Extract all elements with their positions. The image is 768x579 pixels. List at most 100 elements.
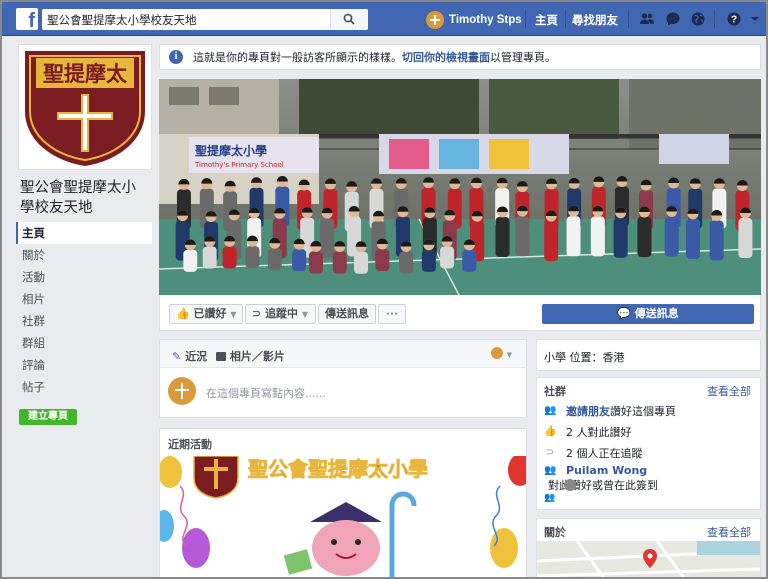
rss-icon: ⊃ (252, 307, 262, 320)
divider (565, 10, 566, 28)
nav-item-community[interactable]: 社群 (16, 310, 152, 332)
person-body (354, 251, 369, 274)
visitor-view-notice: i 這就是你的專頁對一般訪客所顯示的樣樣。 切回你的檢視畫面 以管理專頁。 (159, 44, 761, 70)
message-button[interactable]: 傳送訊息 (318, 304, 376, 324)
dropdown-icon[interactable] (750, 11, 760, 27)
find-friends-link[interactable]: 尋找朋友 (572, 12, 618, 28)
nav-item-home[interactable]: 主頁 (16, 222, 152, 244)
people-icon: 👥 (544, 464, 557, 476)
nav-item-events[interactable]: 活動 (16, 266, 152, 288)
person-body (566, 216, 581, 257)
thumbs-up-icon: 👍 (544, 426, 557, 437)
likes-count: 2 人對此讚好 (566, 426, 632, 439)
rss-icon: ⊃ (545, 447, 555, 458)
tab-status[interactable]: ✎ 近況 (172, 348, 207, 364)
invite-text: 讚好這個專頁 (610, 405, 676, 418)
people-icon: 👥 (544, 405, 557, 416)
person-body (709, 220, 724, 261)
post-composer: ✎ 近況 相片／影片 ▼ 在這個專頁寫點內容...... (159, 339, 527, 418)
about-title: 關於 (544, 526, 566, 539)
recent-activity-title: 近期活動 (168, 438, 212, 451)
recent-post-image[interactable]: 聖公會聖提摩太小學 (160, 456, 526, 577)
notice-tail: 以管理專頁。 (490, 51, 556, 64)
page-category-card: 小學 位置：香港 (536, 339, 761, 371)
recent-banner-text: 聖公會聖提摩太小學 (248, 457, 428, 481)
map-image (537, 540, 760, 577)
create-page-button[interactable]: 建立專頁 (19, 409, 77, 425)
nav-item-about[interactable]: 關於 (16, 244, 152, 266)
person-body (590, 216, 605, 257)
pencil-icon: ✎ (172, 350, 182, 363)
more-button[interactable]: ··· (378, 304, 406, 324)
home-link[interactable]: 主頁 (535, 12, 558, 28)
following-label: 追蹤中 (265, 307, 299, 320)
page-action-bar: 👍 已讚好 ▼ ⊃ 追蹤中 ▼ 傳送訊息 ··· 💬 傳送訊息 (159, 295, 761, 331)
person-body (292, 249, 307, 272)
likes-row: 👍 2 人對此讚好 (544, 424, 632, 440)
invite-row: 👥 邀請朋友 讚好這個專頁 (544, 403, 676, 419)
person-body (308, 251, 323, 274)
community-see-all-link[interactable]: 查看全部 (707, 383, 751, 399)
avatar (491, 347, 504, 359)
send-message-button[interactable]: 💬 傳送訊息 (542, 304, 754, 324)
person-body (637, 216, 652, 257)
page-title: 聖公會聖提摩太小學校友天地 (20, 180, 136, 216)
liked-button[interactable]: 👍 已讚好 ▼ (169, 304, 243, 324)
friend-activity-row: 👥 Puilam Wong 對此讚好或曾在此簽到 (544, 464, 754, 493)
profile-link[interactable]: Timothy Stps (426, 10, 522, 30)
messages-icon[interactable] (665, 11, 681, 27)
search-input[interactable]: 聖公會聖提摩太小學校友天地 (42, 9, 368, 30)
person-body (495, 217, 510, 258)
friend-name-link[interactable]: Puilam Wong (566, 464, 647, 477)
search-input-value: 聖公會聖提摩太小學校友天地 (47, 13, 197, 27)
invite-friends-link[interactable]: 邀請朋友 (566, 403, 610, 419)
divider (628, 10, 629, 28)
person-body (544, 221, 559, 262)
location-map[interactable] (537, 540, 760, 577)
group-photo: 聖提摩太小學 Timothy's Primary School (159, 79, 761, 295)
person-body (267, 248, 282, 271)
banner-left-text: 聖提摩太小學 (195, 143, 267, 158)
divider (714, 10, 715, 28)
nav-item-reviews[interactable]: 評論 (16, 354, 152, 376)
person-body (462, 249, 477, 272)
follows-row: ⊃ 2 個人正在追蹤 (544, 445, 643, 461)
help-icon[interactable]: ? (726, 11, 742, 27)
following-button[interactable]: ⊃ 追蹤中 ▼ (245, 304, 316, 324)
info-icon: i (169, 50, 183, 64)
browser-frame: f 聖公會聖提摩太小學校友天地 Timothy Stps 主頁 尋找朋友 ? 聖… (0, 0, 768, 579)
person-body (399, 251, 414, 274)
about-see-all-link[interactable]: 查看全部 (707, 524, 751, 540)
nav-item-photos[interactable]: 相片 (16, 288, 152, 310)
top-bar: f 聖公會聖提摩太小學校友天地 Timothy Stps 主頁 尋找朋友 ? (2, 2, 766, 36)
avatar[interactable] (564, 479, 576, 491)
nav-item-groups[interactable]: 群組 (16, 332, 152, 354)
person-body (664, 216, 679, 257)
person-body (245, 246, 260, 269)
person-body (515, 216, 530, 257)
cover-photo[interactable]: 聖提摩太小學 Timothy's Primary School (159, 79, 761, 295)
page-category: 小學 位置：香港 (544, 351, 625, 364)
person-body (440, 246, 455, 269)
notifications-icon[interactable] (690, 11, 706, 27)
nav-item-posts[interactable]: 帖子 (16, 376, 152, 398)
follows-count: 2 個人正在追蹤 (566, 447, 643, 460)
composer-input[interactable]: 在這個專頁寫點內容...... (168, 377, 518, 407)
chat-icon: 💬 (617, 307, 631, 320)
search-button[interactable] (330, 9, 368, 30)
profile-picture[interactable]: 聖提摩太 (18, 44, 152, 170)
community-title: 社群 (544, 385, 566, 398)
post-as-selector[interactable]: ▼ (491, 347, 512, 360)
switch-view-link[interactable]: 切回你的檢視畫面 (402, 49, 490, 65)
chevron-down-icon: ▼ (301, 310, 309, 319)
search-icon (343, 13, 355, 25)
person-body (183, 249, 198, 272)
school-crest: 聖提摩太 (22, 48, 148, 166)
person-body (222, 246, 237, 269)
facebook-logo-icon[interactable]: f (16, 8, 38, 30)
crest-lettering: 聖提摩太 (43, 62, 128, 86)
friend-requests-icon[interactable] (639, 11, 655, 27)
chevron-down-icon: ▼ (230, 310, 237, 319)
avatar (168, 377, 196, 405)
tab-photo-video[interactable]: 相片／影片 (216, 348, 285, 364)
